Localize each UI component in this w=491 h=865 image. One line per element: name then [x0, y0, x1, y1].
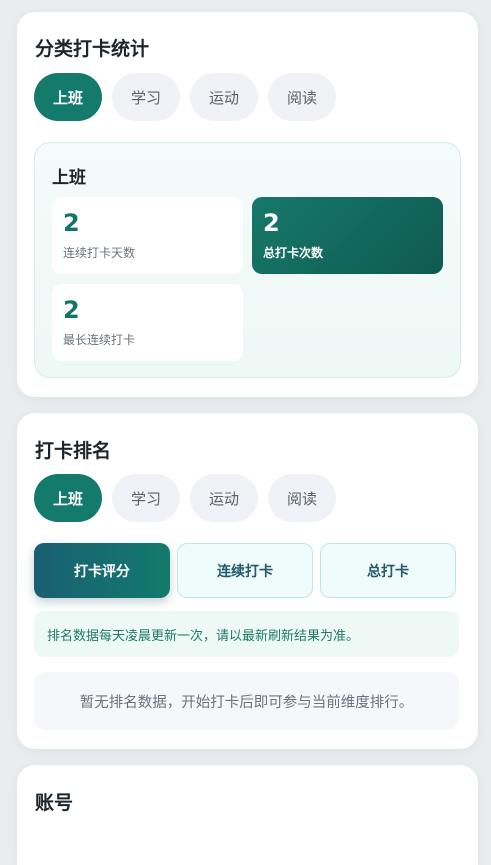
ranking-chip-study[interactable]: 学习	[112, 474, 180, 522]
ranking-notice: 排名数据每天凌晨更新一次，请以最新刷新结果为准。	[34, 611, 459, 657]
chip-reading[interactable]: 阅读	[268, 73, 336, 121]
ranking-tabs: 打卡评分 连续打卡 总打卡	[34, 543, 456, 598]
ranking-empty-state: 暂无排名数据，开始打卡后即可参与当前维度排行。	[34, 672, 459, 730]
stat-total-checkins: 2 总打卡次数	[252, 197, 443, 274]
tab-score[interactable]: 打卡评分	[34, 543, 170, 598]
stat-value: 2	[63, 209, 80, 237]
category-stats-title: 分类打卡统计	[35, 38, 150, 60]
ranking-title: 打卡排名	[35, 440, 112, 462]
ranking-card: 打卡排名 上班 学习 运动 阅读 打卡评分 连续打卡 总打卡 排名数据每天凌晨更…	[17, 413, 478, 749]
ranking-chip-reading[interactable]: 阅读	[268, 474, 336, 522]
stat-label: 最长连续打卡	[63, 333, 136, 347]
ranking-chip-sport[interactable]: 运动	[190, 474, 258, 522]
chip-work[interactable]: 上班	[34, 73, 102, 121]
ranking-chips: 上班 学习 运动 阅读	[34, 474, 336, 522]
category-chips: 上班 学习 运动 阅读	[34, 73, 336, 121]
stat-value: 2	[63, 296, 80, 324]
stat-longest-streak: 2 最长连续打卡	[52, 284, 243, 361]
stat-label: 连续打卡天数	[63, 246, 136, 260]
stat-streak-days: 2 连续打卡天数	[52, 197, 243, 274]
account-title: 账号	[35, 792, 74, 814]
ranking-chip-work[interactable]: 上班	[34, 474, 102, 522]
tab-total[interactable]: 总打卡	[320, 543, 456, 598]
stat-value: 2	[263, 209, 280, 237]
tab-streak[interactable]: 连续打卡	[177, 543, 313, 598]
account-card: 账号	[17, 765, 478, 865]
stat-label: 总打卡次数	[263, 246, 324, 260]
chip-sport[interactable]: 运动	[190, 73, 258, 121]
category-stats-card: 分类打卡统计 上班 学习 运动 阅读 上班 2 连续打卡天数 2 总打卡次数 2…	[17, 12, 478, 397]
stats-panel-title: 上班	[52, 168, 86, 188]
chip-study[interactable]: 学习	[112, 73, 180, 121]
stats-panel: 上班 2 连续打卡天数 2 总打卡次数 2 最长连续打卡	[34, 142, 461, 378]
